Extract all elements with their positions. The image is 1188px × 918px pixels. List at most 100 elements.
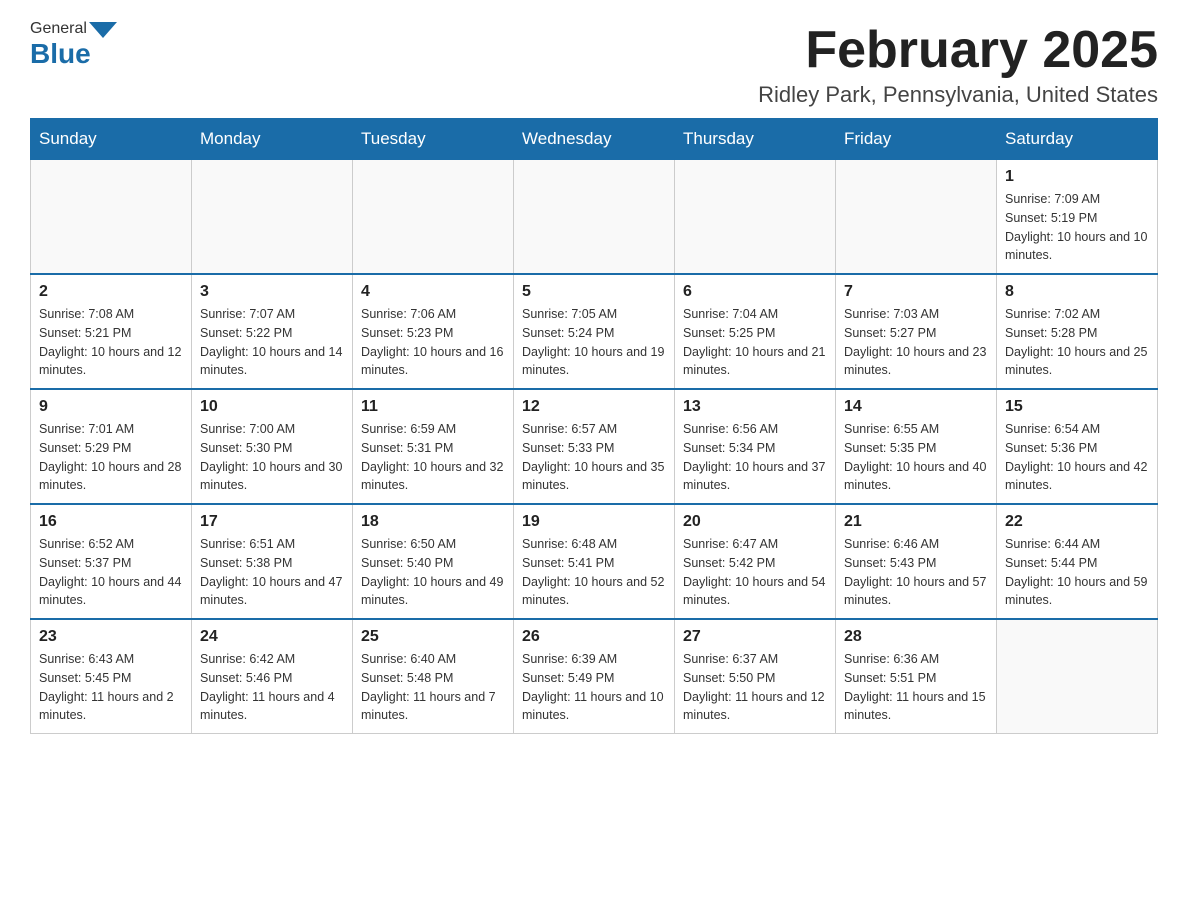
day-number: 6 bbox=[683, 283, 827, 301]
day-info: Sunrise: 6:56 AMSunset: 5:34 PMDaylight:… bbox=[683, 420, 827, 495]
logo-blue-text: Blue bbox=[30, 38, 91, 70]
day-info: Sunrise: 6:51 AMSunset: 5:38 PMDaylight:… bbox=[200, 535, 344, 610]
month-title: February 2025 bbox=[758, 20, 1158, 80]
day-number: 12 bbox=[522, 398, 666, 416]
calendar-cell: 1 Sunrise: 7:09 AMSunset: 5:19 PMDaylight… bbox=[997, 160, 1158, 275]
calendar-cell: 25Sunrise: 6:40 AMSunset: 5:48 PMDayligh… bbox=[353, 619, 514, 734]
day-number: 17 bbox=[200, 513, 344, 531]
day-number: 11 bbox=[361, 398, 505, 416]
calendar-cell: 21 Sunrise: 6:46 AMSunset: 5:43 PMDayligh… bbox=[836, 504, 997, 619]
day-info: Sunrise: 6:44 AMSunset: 5:44 PMDaylight:… bbox=[1005, 535, 1149, 610]
calendar-cell: 2 Sunrise: 7:08 AMSunset: 5:21 PMDaylight… bbox=[31, 274, 192, 389]
calendar-cell: 26 Sunrise: 6:39 AMSunset: 5:49 PMDayligh… bbox=[514, 619, 675, 734]
day-number: 7 bbox=[844, 283, 988, 301]
day-info: Sunrise: 6:57 AMSunset: 5:33 PMDaylight:… bbox=[522, 420, 666, 495]
day-info: Sunrise: 6:36 AMSunset: 5:51 PMDaylight:… bbox=[844, 650, 988, 725]
day-number: 2 bbox=[39, 283, 183, 301]
day-info: Sunrise: 7:09 AMSunset: 5:19 PMDaylight:… bbox=[1005, 190, 1149, 265]
day-info: Sunrise: 6:59 AMSunset: 5:31 PMDaylight:… bbox=[361, 420, 505, 495]
calendar-cell: 5 Sunrise: 7:05 AMSunset: 5:24 PMDaylight… bbox=[514, 274, 675, 389]
day-info: Sunrise: 6:48 AMSunset: 5:41 PMDaylight:… bbox=[522, 535, 666, 610]
calendar-cell: 15 Sunrise: 6:54 AMSunset: 5:36 PMDayligh… bbox=[997, 389, 1158, 504]
day-number: 5 bbox=[522, 283, 666, 301]
day-info: Sunrise: 6:50 AMSunset: 5:40 PMDaylight:… bbox=[361, 535, 505, 610]
day-info: Sunrise: 7:07 AMSunset: 5:22 PMDaylight:… bbox=[200, 305, 344, 380]
calendar-cell: 3 Sunrise: 7:07 AMSunset: 5:22 PMDaylight… bbox=[192, 274, 353, 389]
day-info: Sunrise: 6:42 AMSunset: 5:46 PMDaylight:… bbox=[200, 650, 344, 725]
calendar-cell: 22 Sunrise: 6:44 AMSunset: 5:44 PMDayligh… bbox=[997, 504, 1158, 619]
calendar-cell: 11 Sunrise: 6:59 AMSunset: 5:31 PMDayligh… bbox=[353, 389, 514, 504]
day-info: Sunrise: 6:39 AMSunset: 5:49 PMDaylight:… bbox=[522, 650, 666, 725]
calendar-cell bbox=[836, 160, 997, 275]
weekday-header-saturday: Saturday bbox=[997, 119, 1158, 160]
calendar-cell: 18Sunrise: 6:50 AMSunset: 5:40 PMDayligh… bbox=[353, 504, 514, 619]
weekday-header-thursday: Thursday bbox=[675, 119, 836, 160]
calendar-cell: 6 Sunrise: 7:04 AMSunset: 5:25 PMDaylight… bbox=[675, 274, 836, 389]
day-number: 9 bbox=[39, 398, 183, 416]
calendar-cell bbox=[192, 160, 353, 275]
location-title: Ridley Park, Pennsylvania, United States bbox=[758, 82, 1158, 108]
day-number: 3 bbox=[200, 283, 344, 301]
day-number: 24 bbox=[200, 628, 344, 646]
calendar-cell: 23 Sunrise: 6:43 AMSunset: 5:45 PMDayligh… bbox=[31, 619, 192, 734]
calendar-cell: 28 Sunrise: 6:36 AMSunset: 5:51 PMDayligh… bbox=[836, 619, 997, 734]
calendar-week-row: 9 Sunrise: 7:01 AMSunset: 5:29 PMDaylight… bbox=[31, 389, 1158, 504]
calendar-cell: 8 Sunrise: 7:02 AMSunset: 5:28 PMDaylight… bbox=[997, 274, 1158, 389]
day-number: 21 bbox=[844, 513, 988, 531]
day-info: Sunrise: 7:01 AMSunset: 5:29 PMDaylight:… bbox=[39, 420, 183, 495]
calendar-cell bbox=[997, 619, 1158, 734]
day-number: 15 bbox=[1005, 398, 1149, 416]
day-info: Sunrise: 7:03 AMSunset: 5:27 PMDaylight:… bbox=[844, 305, 988, 380]
page-header: General Blue February 2025 Ridley Park, … bbox=[30, 20, 1158, 108]
logo-general-text: General bbox=[30, 20, 87, 38]
title-block: February 2025 Ridley Park, Pennsylvania,… bbox=[758, 20, 1158, 108]
calendar-cell bbox=[675, 160, 836, 275]
calendar-week-row: 2 Sunrise: 7:08 AMSunset: 5:21 PMDaylight… bbox=[31, 274, 1158, 389]
day-info: Sunrise: 6:37 AMSunset: 5:50 PMDaylight:… bbox=[683, 650, 827, 725]
calendar-table: SundayMondayTuesdayWednesdayThursdayFrid… bbox=[30, 118, 1158, 734]
day-number: 26 bbox=[522, 628, 666, 646]
weekday-header-friday: Friday bbox=[836, 119, 997, 160]
day-info: Sunrise: 6:54 AMSunset: 5:36 PMDaylight:… bbox=[1005, 420, 1149, 495]
day-info: Sunrise: 7:04 AMSunset: 5:25 PMDaylight:… bbox=[683, 305, 827, 380]
calendar-cell: 16 Sunrise: 6:52 AMSunset: 5:37 PMDayligh… bbox=[31, 504, 192, 619]
day-info: Sunrise: 7:05 AMSunset: 5:24 PMDaylight:… bbox=[522, 305, 666, 380]
calendar-header-row: SundayMondayTuesdayWednesdayThursdayFrid… bbox=[31, 119, 1158, 160]
day-info: Sunrise: 7:08 AMSunset: 5:21 PMDaylight:… bbox=[39, 305, 183, 380]
day-number: 13 bbox=[683, 398, 827, 416]
weekday-header-wednesday: Wednesday bbox=[514, 119, 675, 160]
day-info: Sunrise: 6:43 AMSunset: 5:45 PMDaylight:… bbox=[39, 650, 183, 725]
calendar-cell: 24 Sunrise: 6:42 AMSunset: 5:46 PMDayligh… bbox=[192, 619, 353, 734]
calendar-cell: 27Sunrise: 6:37 AMSunset: 5:50 PMDayligh… bbox=[675, 619, 836, 734]
day-number: 20 bbox=[683, 513, 827, 531]
calendar-cell bbox=[31, 160, 192, 275]
calendar-cell: 13 Sunrise: 6:56 AMSunset: 5:34 PMDayligh… bbox=[675, 389, 836, 504]
calendar-week-row: 16 Sunrise: 6:52 AMSunset: 5:37 PMDayligh… bbox=[31, 504, 1158, 619]
logo: General Blue bbox=[30, 20, 117, 70]
day-info: Sunrise: 6:52 AMSunset: 5:37 PMDaylight:… bbox=[39, 535, 183, 610]
day-info: Sunrise: 7:02 AMSunset: 5:28 PMDaylight:… bbox=[1005, 305, 1149, 380]
day-number: 28 bbox=[844, 628, 988, 646]
day-info: Sunrise: 7:06 AMSunset: 5:23 PMDaylight:… bbox=[361, 305, 505, 380]
day-number: 4 bbox=[361, 283, 505, 301]
day-info: Sunrise: 6:40 AMSunset: 5:48 PMDaylight:… bbox=[361, 650, 505, 725]
calendar-week-row: 1 Sunrise: 7:09 AMSunset: 5:19 PMDaylight… bbox=[31, 160, 1158, 275]
calendar-cell: 12 Sunrise: 6:57 AMSunset: 5:33 PMDayligh… bbox=[514, 389, 675, 504]
logo-arrow-icon bbox=[89, 22, 117, 38]
calendar-cell: 10 Sunrise: 7:00 AMSunset: 5:30 PMDayligh… bbox=[192, 389, 353, 504]
day-number: 23 bbox=[39, 628, 183, 646]
day-number: 22 bbox=[1005, 513, 1149, 531]
day-number: 1 bbox=[1005, 168, 1149, 186]
calendar-cell: 4 Sunrise: 7:06 AMSunset: 5:23 PMDaylight… bbox=[353, 274, 514, 389]
day-number: 10 bbox=[200, 398, 344, 416]
day-info: Sunrise: 7:00 AMSunset: 5:30 PMDaylight:… bbox=[200, 420, 344, 495]
weekday-header-monday: Monday bbox=[192, 119, 353, 160]
day-info: Sunrise: 6:55 AMSunset: 5:35 PMDaylight:… bbox=[844, 420, 988, 495]
day-number: 8 bbox=[1005, 283, 1149, 301]
day-number: 14 bbox=[844, 398, 988, 416]
day-info: Sunrise: 6:47 AMSunset: 5:42 PMDaylight:… bbox=[683, 535, 827, 610]
calendar-cell: 19Sunrise: 6:48 AMSunset: 5:41 PMDayligh… bbox=[514, 504, 675, 619]
day-number: 16 bbox=[39, 513, 183, 531]
day-info: Sunrise: 6:46 AMSunset: 5:43 PMDaylight:… bbox=[844, 535, 988, 610]
calendar-cell: 20 Sunrise: 6:47 AMSunset: 5:42 PMDayligh… bbox=[675, 504, 836, 619]
